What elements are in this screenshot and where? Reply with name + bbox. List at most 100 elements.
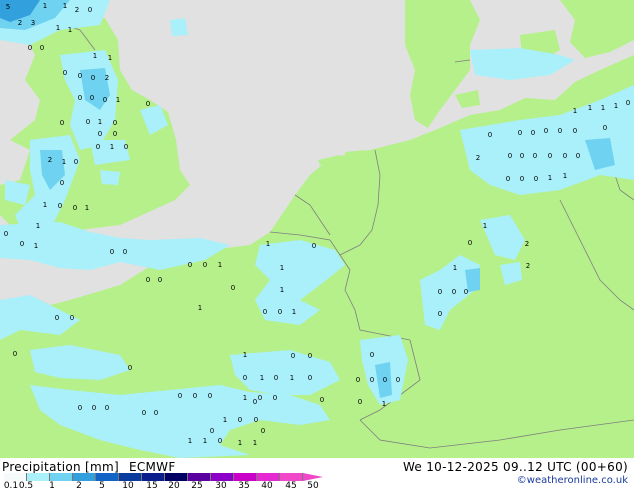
value-label: 0 xyxy=(28,44,32,52)
value-label: 0 xyxy=(73,204,77,212)
value-label: 1 xyxy=(36,222,40,230)
value-label: 0 xyxy=(626,99,630,107)
value-label: 1 xyxy=(98,118,102,126)
value-label: 1 xyxy=(588,104,592,112)
value-label: 0 xyxy=(98,130,102,138)
scale-swatch xyxy=(234,473,257,481)
scale-tick-label: 20 xyxy=(168,481,180,491)
scale-swatch xyxy=(119,473,142,481)
value-label: 1 xyxy=(188,437,192,445)
value-label: 1 xyxy=(203,437,207,445)
value-label: 0 xyxy=(356,376,360,384)
value-label: 0 xyxy=(63,69,67,77)
map-canvas: 5 2 3 1 1 1 2 0 0 1 0 0 0 1 2 0 1 0 0 1 … xyxy=(0,0,634,458)
value-label: 0 xyxy=(396,376,400,384)
value-label: 0 xyxy=(438,288,442,296)
value-label: 0 xyxy=(506,175,510,183)
value-label: 1 xyxy=(93,52,97,60)
value-label: 1 xyxy=(453,264,457,272)
scale-swatch xyxy=(96,473,119,481)
value-label: 0 xyxy=(203,261,207,269)
scale-tick-label: 45 xyxy=(285,481,297,491)
value-label: 0 xyxy=(573,127,577,135)
value-label: 0 xyxy=(146,100,150,108)
value-label: 0 xyxy=(488,131,492,139)
scale-swatch xyxy=(211,473,234,481)
value-label: 0 xyxy=(78,72,82,80)
value-label: 0 xyxy=(533,152,537,160)
precipitation-map[interactable]: 5 2 3 1 1 1 2 0 0 1 0 0 0 1 2 0 1 0 0 1 … xyxy=(0,0,634,458)
value-label: 1 xyxy=(483,222,487,230)
value-label: 0 xyxy=(231,284,235,292)
scale-tick-label: 50 xyxy=(307,481,319,491)
value-label: 0 xyxy=(60,179,64,187)
scale-tick-label: 25 xyxy=(191,481,203,491)
value-label: 1 xyxy=(218,261,222,269)
value-label: 0 xyxy=(86,118,90,126)
value-label: 1 xyxy=(573,107,577,115)
value-label: 2 xyxy=(525,240,529,248)
scale-tick-label: 40 xyxy=(261,481,273,491)
value-label: 0 xyxy=(370,376,374,384)
map-footer: Precipitation [mm] ECMWF We 10-12-2025 09… xyxy=(0,458,634,491)
value-label: 0 xyxy=(603,124,607,132)
value-label: 0 xyxy=(74,158,78,166)
value-label: 0 xyxy=(576,152,580,160)
value-label: 0 xyxy=(238,416,242,424)
value-label: 1 xyxy=(34,242,38,250)
value-label: 0 xyxy=(308,374,312,382)
value-label: 0 xyxy=(142,409,146,417)
value-label: 0 xyxy=(558,127,562,135)
scale-swatch xyxy=(73,473,96,481)
value-label: 2 xyxy=(526,262,530,270)
value-label: 1 xyxy=(280,286,284,294)
value-label: 1 xyxy=(614,102,618,110)
model-name: ECMWF xyxy=(128,460,176,474)
value-label: 2 xyxy=(75,6,79,14)
value-label: 0 xyxy=(78,94,82,102)
value-label: 1 xyxy=(280,264,284,272)
value-label: 0 xyxy=(113,130,117,138)
value-label: 3 xyxy=(31,19,35,27)
scale-tick-label: 2 xyxy=(76,481,82,491)
value-label: 0 xyxy=(91,74,95,82)
value-label: 0 xyxy=(464,288,468,296)
value-label: 1 xyxy=(223,416,227,424)
value-label: 0 xyxy=(520,175,524,183)
value-label: 0 xyxy=(243,374,247,382)
value-label: 0 xyxy=(438,310,442,318)
value-label: 1 xyxy=(563,172,567,180)
value-label: 1 xyxy=(68,26,72,34)
copyright-link[interactable]: ©weatheronline.co.uk xyxy=(517,475,628,486)
value-label: 0 xyxy=(128,364,132,372)
value-label: 1 xyxy=(43,2,47,10)
value-label: 0 xyxy=(534,175,538,183)
value-label: 0 xyxy=(88,6,92,14)
value-label: 1 xyxy=(56,24,60,32)
color-scale-bar xyxy=(4,473,303,481)
color-scale-ticks: 0.1 0.5 1 2 5 10 15 20 25 30 35 40 45 50 xyxy=(4,481,334,491)
value-label: 0 xyxy=(110,248,114,256)
value-label: 1 xyxy=(243,394,247,402)
value-label: 0 xyxy=(78,404,82,412)
color-scale: 0.1 0.5 1 2 5 10 15 20 25 30 35 40 45 50 xyxy=(4,473,330,491)
value-label: 0 xyxy=(123,248,127,256)
value-label: 0 xyxy=(518,129,522,137)
value-label: 0 xyxy=(13,350,17,358)
value-label: 0 xyxy=(113,119,117,127)
scale-swatch xyxy=(27,473,50,481)
value-label: 0 xyxy=(320,396,324,404)
scale-swatch xyxy=(257,473,280,481)
value-label: 0 xyxy=(452,288,456,296)
value-label: 0 xyxy=(274,374,278,382)
value-label: 0 xyxy=(308,352,312,360)
value-label: 0 xyxy=(258,394,262,402)
scale-tick-label: 10 xyxy=(122,481,134,491)
value-label: 2 xyxy=(476,154,480,162)
scale-tick-label: 35 xyxy=(238,481,250,491)
legend-title: Precipitation [mm] ECMWF xyxy=(2,460,176,474)
value-label: 0 xyxy=(188,261,192,269)
value-label: 0 xyxy=(55,314,59,322)
value-label: 0 xyxy=(193,392,197,400)
value-label: 1 xyxy=(63,2,67,10)
